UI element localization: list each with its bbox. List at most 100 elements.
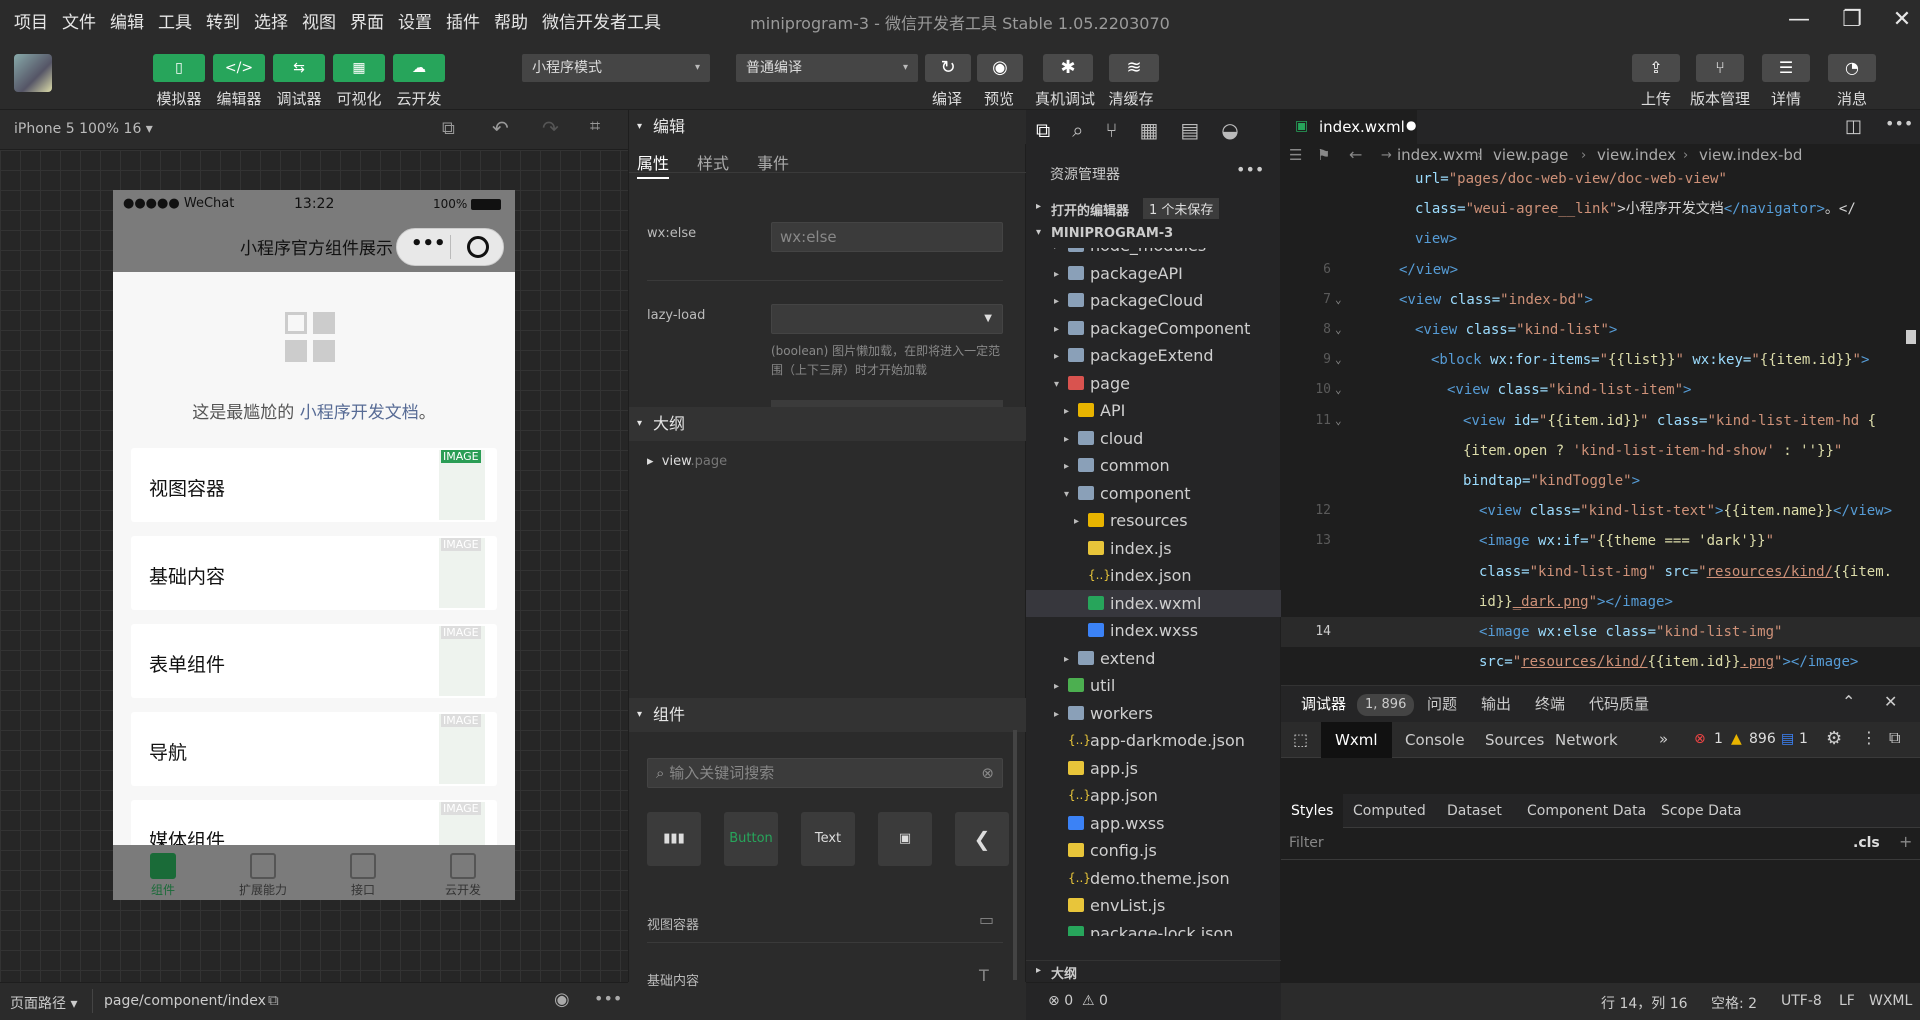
component-palette-item[interactable]: Button — [724, 812, 778, 866]
menu-item[interactable]: 项目 — [14, 8, 48, 33]
file-tree-item[interactable]: index.wxss — [1026, 617, 1281, 644]
doc-link[interactable]: 小程序开发文档 — [300, 403, 419, 423]
menu-item[interactable]: 界面 — [350, 8, 384, 33]
menu-item[interactable]: 帮助 — [494, 8, 528, 33]
code-line[interactable]: id}}_dark.png"></image> — [1281, 587, 1920, 617]
outline-item[interactable]: ▸ view.page — [647, 454, 727, 469]
files-icon[interactable]: ⧉ — [1036, 118, 1050, 142]
code-line[interactable]: url="pages/doc-web-view/doc-web-view" — [1281, 170, 1920, 194]
debugger-tab[interactable]: 问题 — [1427, 686, 1457, 722]
scrollbar[interactable] — [1013, 730, 1017, 980]
fold-icon[interactable]: ⌄ — [1335, 345, 1342, 375]
component-palette-item[interactable]: ❮ — [955, 812, 1009, 866]
code-line[interactable]: view> — [1281, 224, 1920, 254]
menu-button[interactable]: ☰ — [1762, 54, 1810, 82]
source-control-icon[interactable]: ⑂ — [1105, 118, 1117, 142]
styles-subtab[interactable]: Component Data — [1517, 794, 1656, 828]
file-tree-item[interactable]: index.wxml — [1026, 589, 1281, 617]
breadcrumb-item[interactable]: index.wxml — [1397, 146, 1483, 164]
info-count[interactable]: 1 — [1799, 731, 1808, 747]
code-button[interactable]: </> — [213, 54, 265, 82]
dock-icon[interactable]: ⧉ — [1889, 728, 1900, 748]
popout-icon[interactable]: ⧉ — [442, 118, 455, 139]
more-icon[interactable]: ••• — [1885, 114, 1913, 133]
style-filter[interactable]: Filter .cls + — [1281, 828, 1920, 860]
bug-button[interactable]: ✱ — [1043, 54, 1093, 82]
props-tab[interactable]: 属性 — [637, 150, 670, 179]
menu-item[interactable]: 编辑 — [110, 8, 144, 33]
copy-icon[interactable]: ⧉ — [268, 991, 279, 1009]
code-line[interactable]: 10 ⌄ <view class="kind-list-item"> — [1281, 375, 1920, 405]
code-line[interactable]: 7 ⌄ <view class="index-bd"> — [1281, 285, 1920, 315]
minimize-icon[interactable]: — — [1785, 6, 1813, 34]
gear-icon[interactable]: ⚙ — [1826, 728, 1842, 749]
section-edit[interactable]: ▾ 编辑 — [629, 110, 1027, 144]
cloud-button[interactable]: ☁ — [393, 54, 445, 82]
file-tree-item[interactable]: ▸ resources — [1026, 507, 1281, 534]
file-tree-item[interactable]: app.wxss — [1026, 810, 1281, 837]
open-editors[interactable]: ▸ 打开的编辑器 1 个未保存 — [1026, 196, 1281, 222]
props-tab[interactable]: 事件 — [757, 150, 789, 174]
file-tree-item[interactable]: ▾ page — [1026, 370, 1281, 397]
file-tree-item[interactable]: envList.js — [1026, 892, 1281, 919]
language-mode[interactable]: WXML — [1869, 993, 1912, 1009]
component-category-card[interactable]: 表单组件 IMAGE — [131, 624, 497, 698]
fold-icon[interactable]: ⌄ — [1335, 375, 1342, 405]
section-components[interactable]: ▾ 组件 — [629, 698, 1027, 732]
file-tree-item[interactable]: ▸ extend — [1026, 645, 1281, 672]
menu-item[interactable]: 文件 — [62, 8, 96, 33]
code-line[interactable]: bindtap="kindToggle"> — [1281, 466, 1920, 496]
styles-subtab[interactable]: Styles — [1281, 794, 1344, 828]
file-tree-item[interactable]: ▸ API — [1026, 397, 1281, 424]
device-select[interactable]: iPhone 5 100% 16 ▾ — [14, 121, 153, 137]
styles-subtab[interactable]: Computed — [1343, 794, 1436, 828]
capsule-menu[interactable]: ••• — [396, 228, 504, 266]
more-icon[interactable]: ••• — [1236, 160, 1264, 179]
eye-button[interactable]: ◉ — [977, 54, 1023, 82]
file-tree-item[interactable]: {..} app-darkmode.json — [1026, 727, 1281, 754]
branch-button[interactable]: ⑂ — [1696, 54, 1744, 82]
indent-setting[interactable]: 空格: 2 — [1711, 993, 1757, 1013]
fold-icon[interactable]: ⌄ — [1335, 285, 1342, 315]
file-tree-item[interactable]: {..} demo.theme.json — [1026, 865, 1281, 892]
menu-item[interactable]: 微信开发者工具 — [542, 8, 661, 33]
code-line[interactable]: class="kind-list-img" src="resources/kin… — [1281, 557, 1920, 587]
file-tree-item[interactable]: ▸ cloud — [1026, 425, 1281, 452]
tab-0[interactable]: 组件 — [113, 845, 213, 900]
file-tree-item[interactable]: index.js — [1026, 535, 1281, 562]
section-outline[interactable]: ▾ 大纲 — [629, 407, 1027, 441]
close-icon[interactable]: ✕ — [1888, 6, 1916, 34]
warning-count[interactable]: 896 — [1749, 731, 1776, 747]
devtools-tab[interactable]: Console — [1391, 722, 1479, 758]
component-category-card[interactable]: 导航 IMAGE — [131, 712, 497, 786]
styles-subtab[interactable]: Scope Data — [1651, 794, 1752, 828]
file-tree-item[interactable]: package-lock.json — [1026, 920, 1281, 936]
plus-icon[interactable]: + — [1899, 832, 1912, 851]
props-tab[interactable]: 样式 — [697, 150, 729, 174]
project-root[interactable]: ▾ MINIPROGRAM-3 — [1026, 222, 1281, 248]
code-line[interactable]: 14 <image wx:else class="kind-list-img" — [1281, 617, 1920, 647]
menu-item[interactable]: 插件 — [446, 8, 480, 33]
page-path-select[interactable]: 页面路径 ▾ — [10, 993, 77, 1013]
cls-toggle[interactable]: .cls — [1853, 835, 1880, 851]
breadcrumb-item[interactable]: view.index — [1597, 146, 1676, 164]
breadcrumb-item[interactable]: view.page — [1493, 146, 1568, 164]
more-icon[interactable]: ••• — [594, 989, 622, 1008]
problems-status[interactable]: ⊗ 0 ⚠ 0 — [1026, 982, 1281, 1020]
wxelse-input[interactable]: wx:else — [771, 222, 1003, 252]
maximize-icon[interactable]: ❐ — [1838, 6, 1866, 34]
line-ending[interactable]: LF — [1839, 993, 1855, 1009]
redo-icon[interactable]: ↷ — [542, 116, 559, 140]
encoding[interactable]: UTF-8 — [1781, 993, 1822, 1009]
extensions-icon[interactable]: ▦ — [1139, 118, 1158, 142]
back-icon[interactable]: ← — [1349, 145, 1362, 164]
storage-icon[interactable]: ▤ — [1180, 118, 1199, 142]
code-line[interactable]: src="resources/kind/{{item.id}}.png"></i… — [1281, 647, 1920, 677]
minimap-slider[interactable] — [1906, 330, 1916, 344]
file-tree-item[interactable]: {..} index.json — [1026, 562, 1281, 589]
debugger-tab[interactable]: 终端 — [1535, 686, 1565, 722]
devtools-tab[interactable]: Wxml — [1321, 722, 1392, 758]
code-line[interactable]: 9 ⌄ <block wx:for-items="{{list}}" wx:key=… — [1281, 345, 1920, 375]
code-line[interactable]: 13 <image wx:if="{{theme === 'dark'}}" — [1281, 526, 1920, 556]
more-icon[interactable]: ••• — [411, 233, 446, 254]
